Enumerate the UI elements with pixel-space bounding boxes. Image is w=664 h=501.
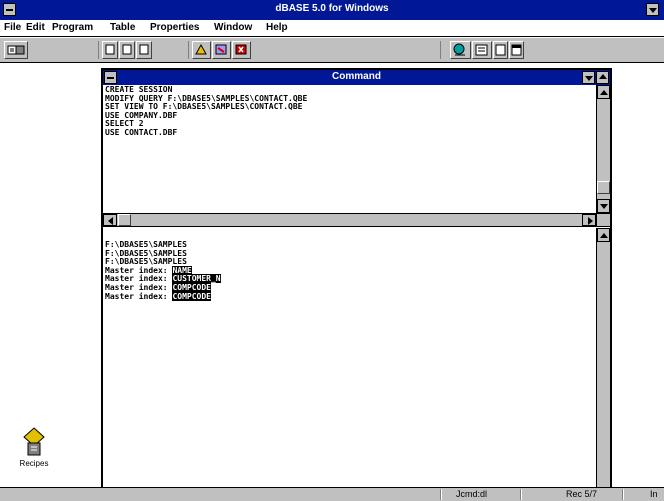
input-horizontal-scrollbar[interactable] [103,213,596,227]
command-window-titlebar: Command [103,70,610,85]
menu-help[interactable]: Help [266,22,288,33]
scroll-up-icon[interactable] [597,85,610,99]
command-input-pane[interactable]: CREATE SESSION MODIFY QUERY F:\DBASE5\SAM… [105,86,595,214]
command-line[interactable]: USE COMPANY.DBF [105,111,595,121]
status-mode: Jcmd:dl [456,489,488,499]
toolbar-design-icon[interactable] [212,41,231,59]
toolbar-stop-icon[interactable] [232,41,251,59]
command-line[interactable]: USE CONTACT.DBF [105,128,595,138]
status-record: Rec 5/7 [566,489,598,499]
input-vertical-scrollbar[interactable] [596,85,610,213]
menu-program[interactable]: Program [52,22,93,33]
command-results-pane: F:\DBASE5\SAMPLES F:\DBASE5\SAMPLES F:\DBA… [105,241,595,499]
title-bar: dBASE 5.0 for Windows [0,0,664,20]
command-window: Command CREATE SESSION MODIFY QUERY F:\DB… [101,68,612,501]
scroll-right-icon[interactable] [582,214,596,226]
recipes-label: Recipes [19,459,49,468]
window-title: dBASE 5.0 for Windows [275,3,389,14]
command-window-title: Command [332,71,381,82]
minimize-icon[interactable] [646,3,659,16]
menu-properties[interactable]: Properties [150,22,199,33]
command-maximize-icon[interactable] [596,71,609,84]
toolbar-copy-icon[interactable] [119,41,135,59]
recipes-desktop-icon[interactable]: Recipes [14,425,54,475]
results-scroll-up-icon[interactable] [597,228,610,242]
menu-bar: File Edit Program Table Properties Windo… [0,20,664,37]
toolbar-expert-icon[interactable] [450,41,471,59]
scroll-left-icon[interactable] [103,214,117,226]
results-vertical-scrollbar[interactable] [596,228,610,499]
toolbar-run-icon[interactable] [192,41,211,59]
toolbar-cut-icon[interactable] [102,41,118,59]
status-bar: Jcmd:dl Rec 5/7 In [0,487,664,501]
command-line[interactable]: SELECT 2 [105,120,595,129]
recipes-icon [23,427,45,456]
index-tag-name: COMPCODE [172,282,211,292]
result-line: Master index: COMPCODE [105,291,211,301]
scroll-down-icon[interactable] [597,199,610,213]
toolbar-window-icon[interactable] [509,41,524,59]
command-minimize-icon[interactable] [582,71,595,84]
menu-table[interactable]: Table [110,22,135,33]
menu-file[interactable]: File [4,22,21,33]
hscroll-thumb[interactable] [118,214,131,226]
menu-window[interactable]: Window [214,22,252,33]
toolbar-table-icon[interactable] [493,41,508,59]
toolbar-open-icon[interactable] [4,41,28,59]
status-extra: In [650,489,658,499]
toolbar-paste-icon[interactable] [136,41,152,59]
scroll-thumb[interactable] [597,181,610,194]
index-tag-name: COMPCODE [172,291,211,301]
toolbar [0,38,664,63]
command-line[interactable]: SET VIEW TO F:\DBASE5\SAMPLES\CONTACT.QB… [105,103,595,112]
toolbar-navigator-icon[interactable] [472,41,492,59]
menu-edit[interactable]: Edit [26,22,45,33]
